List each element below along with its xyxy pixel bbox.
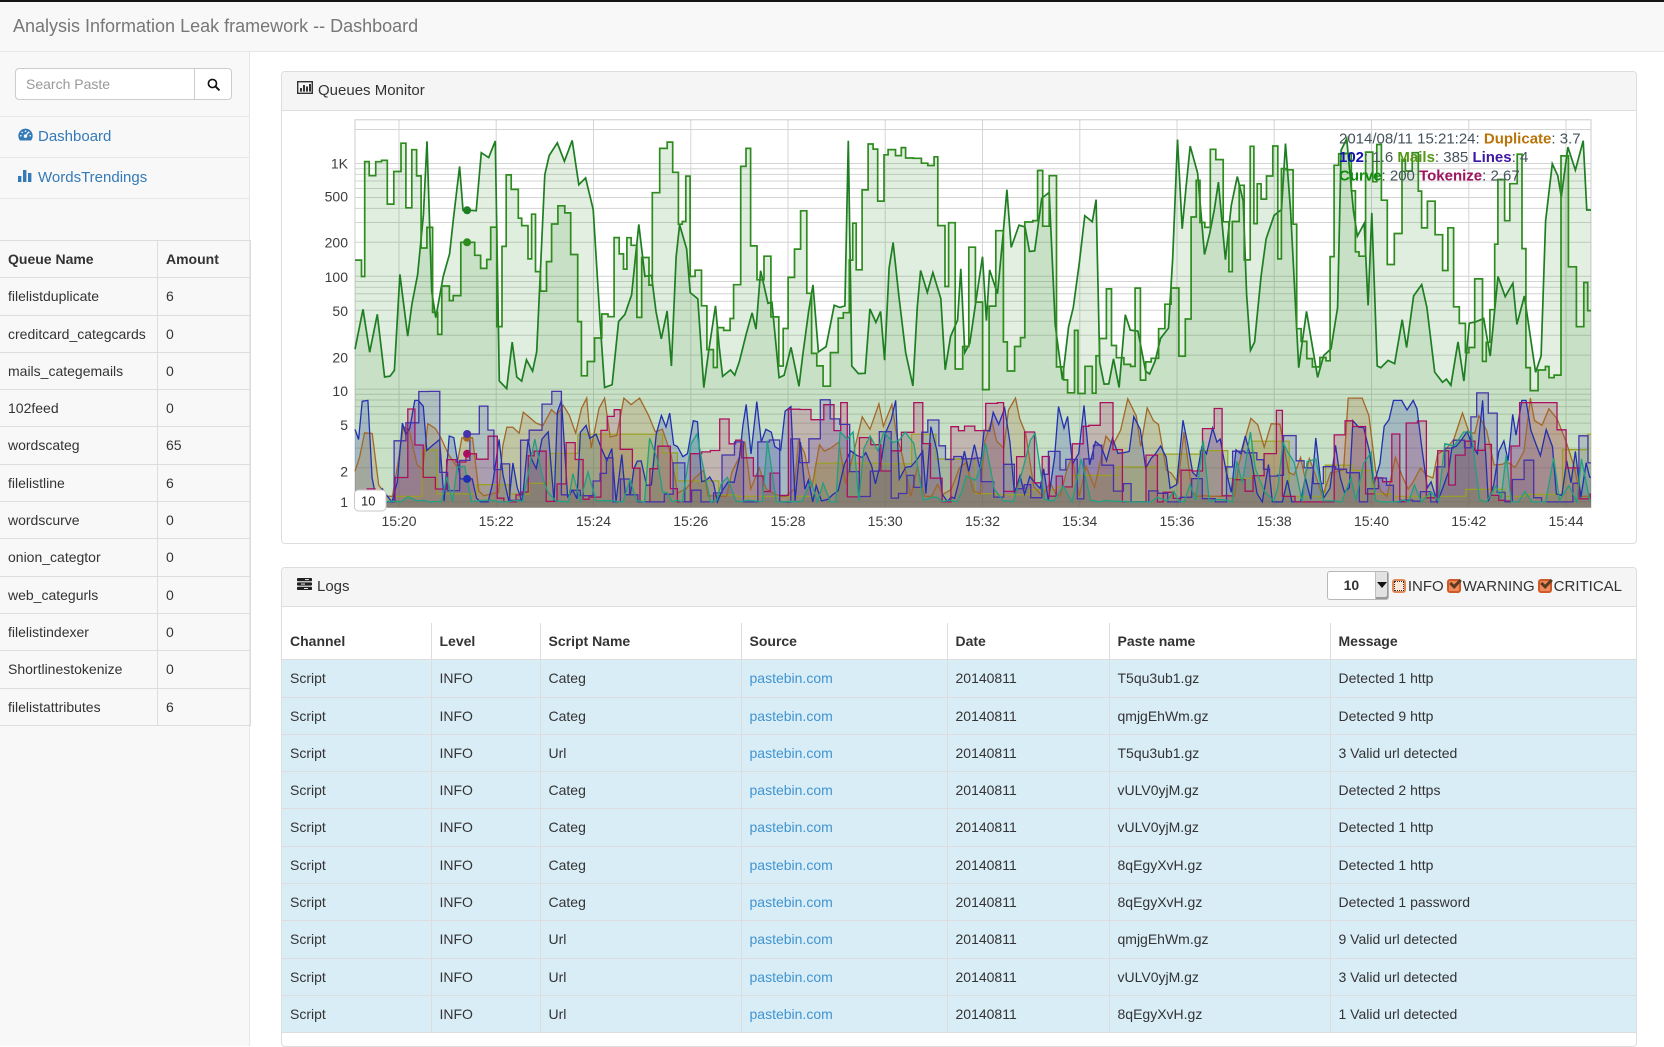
svg-text:15:40: 15:40 [1354,513,1389,529]
svg-text:15:34: 15:34 [1062,513,1097,529]
svg-text:15:32: 15:32 [965,513,1000,529]
svg-text:15:38: 15:38 [1257,513,1292,529]
svg-text:10: 10 [332,383,348,399]
svg-text:2014/08/11 15:21:24: Duplicate: 2014/08/11 15:21:24: Duplicate: 3.7 [1339,131,1581,148]
svg-text:15:36: 15:36 [1159,513,1194,529]
svg-text:200: 200 [325,235,349,251]
svg-text:1: 1 [340,494,348,510]
svg-text:2: 2 [340,463,348,479]
svg-text:15:44: 15:44 [1548,513,1583,529]
svg-text:15:20: 15:20 [381,513,416,529]
svg-text:15:28: 15:28 [770,513,805,529]
svg-text:1K: 1K [331,155,349,171]
svg-text:15:42: 15:42 [1451,513,1486,529]
svg-text:500: 500 [325,188,349,204]
svg-text:50: 50 [332,303,348,319]
svg-text:102: 1.6 Mails: 385 Lines: 4: 102: 1.6 Mails: 385 Lines: 4 [1339,149,1528,166]
svg-text:100: 100 [325,269,349,285]
svg-text:15:24: 15:24 [576,513,611,529]
svg-text:Curve: 200 Tokenize: 2.67: Curve: 200 Tokenize: 2.67 [1339,168,1520,185]
svg-text:10: 10 [361,494,375,509]
svg-text:15:22: 15:22 [479,513,514,529]
svg-text:5: 5 [340,417,348,433]
svg-text:15:30: 15:30 [868,513,903,529]
svg-text:15:26: 15:26 [673,513,708,529]
svg-text:20: 20 [332,350,348,366]
